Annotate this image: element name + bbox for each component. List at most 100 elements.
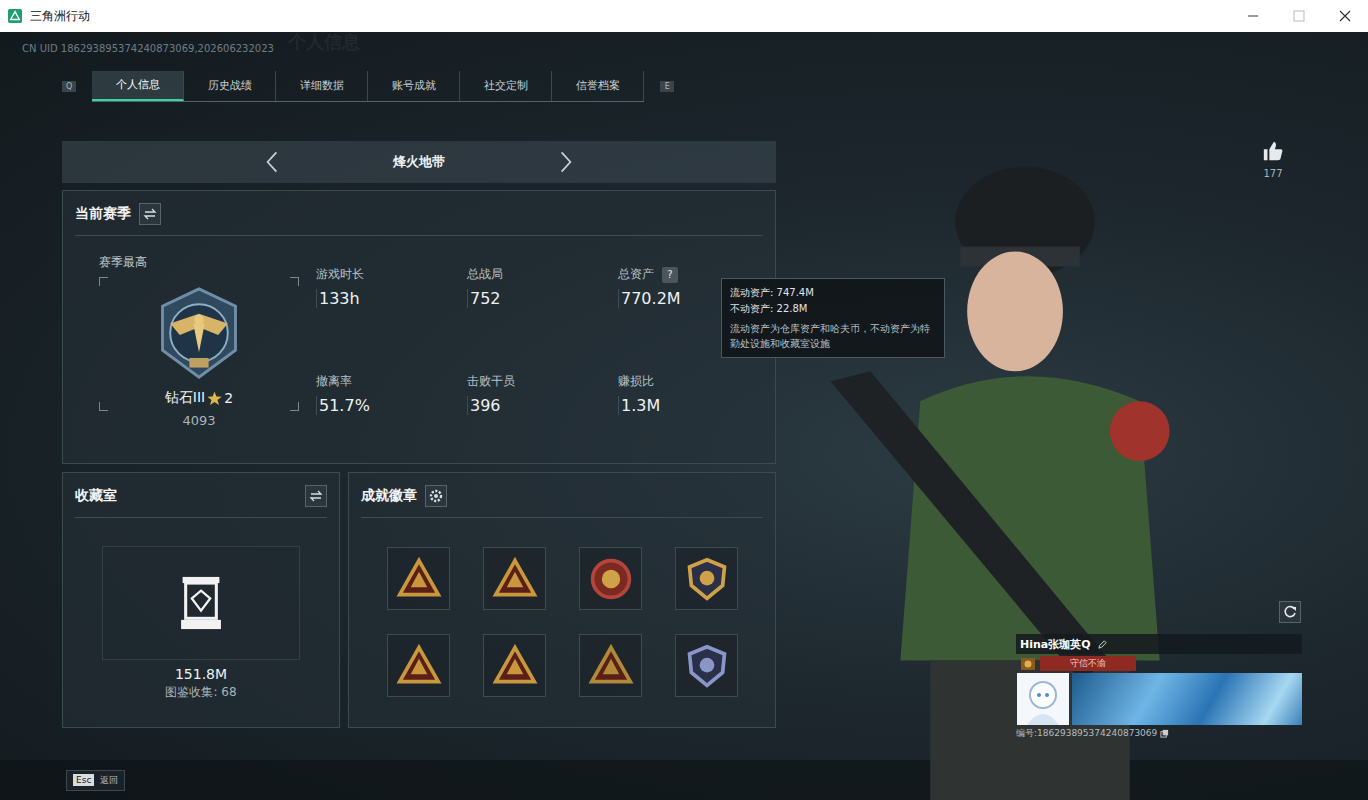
stat-label: 击败干员 [467,373,618,390]
stat: 赚损比 1.3M [618,373,758,428]
badge-grid [349,518,775,697]
tab[interactable]: 账号成就 [368,71,460,101]
minimize-icon[interactable] [1230,0,1276,32]
stat-value: 1.3M [618,396,758,415]
stat: 游戏时长 133h [316,266,467,321]
credit-tag: 守信不渝 [1040,656,1136,671]
title-bar: 三角洲行动 [0,0,1368,32]
collection-display[interactable] [102,546,300,660]
badge-icon [492,643,538,689]
footer-bar: Esc 返回 [0,760,1368,800]
window-controls [1230,0,1368,32]
achievement-badge[interactable] [579,547,642,610]
asset-tooltip: 流动资产: 747.4M不动资产: 22.8M 流动资产为仓库资产和哈夫币，不动… [721,278,945,358]
badge-icon [684,556,730,602]
stat: 撤离率 51.7% [316,373,467,428]
tab-bar: Q 个人信息历史战绩详细数据账号成就社交定制信誉档案 E [62,70,776,102]
banner-picture[interactable] [1072,673,1302,725]
badge-icon [396,643,442,689]
season-content: 赛季最高 钻石III 2 4093 游戏时长 133h总战局 752总资产 ? … [63,236,775,428]
badge-icon [492,556,538,602]
rank-block: 赛季最高 钻石III 2 4093 [63,254,316,428]
rank-frame: 钻石III 2 [99,277,299,411]
achievement-badge[interactable] [483,547,546,610]
thumbs-up-icon [1262,140,1284,162]
tab[interactable]: 历史战绩 [184,71,276,101]
collection-title: 收藏室 [75,487,117,505]
mode-label: 烽火地带 [379,153,459,171]
stat-value: 752 [467,289,618,308]
stat-value: 133h [316,289,467,308]
tooltip-line: 流动资产: 747.4M [730,285,936,301]
swap-icon[interactable] [305,485,327,507]
stat-label: 赚损比 [618,373,758,390]
id-row: 编号:186293895374240873069 [1016,727,1302,740]
credit-emblem-icon [1020,657,1036,671]
badge-icon [684,643,730,689]
season-title: 当前赛季 [75,205,131,223]
display-case-icon [178,575,224,631]
collection-caption: 图鉴收集: 68 [63,684,339,701]
stat: 击败干员 396 [467,373,618,428]
tooltip-note: 流动资产为仓库资产和哈夫币，不动资产为特勤处设施和收藏室设施 [730,321,936,351]
stat-label: 游戏时长 [316,266,467,283]
swap-icon[interactable] [139,203,161,225]
tab[interactable]: 社交定制 [460,71,552,101]
season-header: 当前赛季 [75,203,763,236]
game-window: 三角洲行动 CN UID 186293895374240873069,20260… [0,0,1368,800]
refresh-icon[interactable] [1279,601,1301,623]
tooltip-line: 不动资产: 22.8M [730,301,936,317]
player-name: Hina张珈英Q [1020,637,1091,652]
back-button[interactable]: Esc 返回 [66,770,125,791]
next-tab-key[interactable]: E [660,81,674,92]
achievement-badge[interactable] [579,634,642,697]
uid-row: CN UID 186293895374240873069,20260623202… [0,32,1368,54]
close-icon[interactable] [1322,0,1368,32]
tab[interactable]: 详细数据 [276,71,368,101]
achievements-panel: 成就徽章 [348,472,776,728]
season-panel: 当前赛季 赛季最高 钻石III 2 4093 游戏时长 133h总战局 752总… [62,190,776,464]
uid-text: CN UID 186293895374240873069,20260623202… [22,43,274,54]
stat-value: 396 [467,396,618,415]
chevron-right-icon[interactable] [559,150,573,174]
avatar-picture[interactable] [1016,673,1070,725]
tag-row: 守信不渝 [1016,656,1302,671]
achievement-badge[interactable] [387,634,450,697]
stat-value: 51.7% [316,396,467,415]
name-card: Hina张珈英Q 守信不渝 编号:186293895374240873069 [1016,634,1302,740]
prev-tab-key[interactable]: Q [62,81,76,92]
rank-text: 钻石III [165,389,205,407]
name-row: Hina张珈英Q [1016,634,1302,654]
chevron-left-icon[interactable] [265,150,279,174]
bottom-panels: 收藏室 151.8M 图鉴收集: 68 成就徽章 [62,472,776,728]
rank-name: 钻石III 2 [165,389,233,407]
achievement-badge[interactable] [675,634,738,697]
star-count: 2 [224,390,233,406]
badge-icon [396,556,442,602]
achievement-badge[interactable] [483,634,546,697]
back-label: 返回 [100,774,118,787]
window-title: 三角洲行动 [30,8,90,25]
star-icon [207,391,222,406]
player-id: 编号:186293895374240873069 [1016,727,1157,740]
tab[interactable]: 个人信息 [92,71,184,101]
profile-screen: CN UID 186293895374240873069,20260623202… [0,32,1368,800]
like-counter[interactable]: 177 [1262,140,1284,179]
achievement-badge[interactable] [675,547,738,610]
tab[interactable]: 信誉档案 [552,71,644,101]
stats-grid: 游戏时长 133h总战局 752总资产 ? 770.2M撤离率 51.7%击败干… [316,254,758,428]
achievement-badge[interactable] [387,547,450,610]
copy-icon[interactable] [1160,729,1169,738]
achievements-title: 成就徽章 [361,487,417,505]
edit-icon[interactable] [1097,639,1108,650]
help-button[interactable]: ? [662,267,678,283]
mode-selector: 烽火地带 [62,141,776,183]
collection-header: 收藏室 [75,485,327,518]
left-column: Q 个人信息历史战绩详细数据账号成就社交定制信誉档案 E 烽火地带 当前赛季 赛… [62,54,776,728]
badge-icon [588,556,634,602]
rank-badge-icon [151,285,247,381]
gear-icon[interactable] [425,485,447,507]
stat: 总战局 752 [467,266,618,321]
logo-icon [8,9,22,23]
avatar-figure [1016,673,1070,725]
